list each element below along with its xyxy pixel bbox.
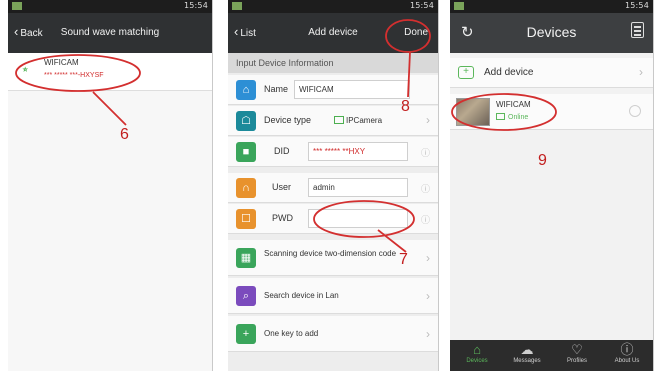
phone-screen-sound-wave: 15:54 Back Sound wave matching ⭒ WIFICAM… bbox=[8, 0, 213, 371]
title-bar: Back Sound wave matching bbox=[8, 13, 212, 53]
cloud-icon: ☁ bbox=[520, 342, 534, 357]
section-header: Input Device Information bbox=[228, 53, 438, 73]
page-title: Sound wave matching bbox=[60, 27, 160, 38]
did-input[interactable]: *** ***** **HXY bbox=[308, 142, 408, 161]
name-input[interactable]: WIFICAM bbox=[294, 80, 410, 99]
device-status-text: Online bbox=[508, 114, 529, 121]
did-label: DID bbox=[274, 146, 290, 156]
pwd-row: ☐ PWD ⓘ bbox=[228, 204, 438, 234]
page-title: Devices bbox=[526, 24, 577, 40]
info-icon: ⓘ bbox=[420, 215, 430, 225]
lock-icon: ☐ bbox=[236, 209, 256, 229]
tab-label: Devices bbox=[466, 358, 488, 364]
app-notification-icon bbox=[232, 2, 242, 10]
user-row: ∩ User admin ⓘ bbox=[228, 173, 438, 203]
scan-qr-label: Scanning device two-dimension code bbox=[264, 249, 397, 258]
device-name: WIFICAM bbox=[44, 58, 79, 67]
plus-icon: + bbox=[236, 324, 256, 344]
camera-thumbnail bbox=[456, 98, 490, 126]
tab-label: Profiles bbox=[566, 358, 587, 364]
annotation-step-9: 9 bbox=[538, 152, 547, 169]
qrcode-icon: ▦ bbox=[236, 248, 256, 268]
app-notification-icon bbox=[454, 2, 464, 10]
annotation-step-7: 7 bbox=[399, 251, 408, 268]
camera-icon bbox=[334, 116, 344, 124]
info-icon: ⓘ bbox=[420, 148, 430, 158]
device-type-label: Device type bbox=[264, 115, 312, 125]
phone-screen-devices: 15:54 ↻ Devices + Add device › WIFICAM O… bbox=[450, 0, 654, 371]
device-list-item[interactable]: ⭒ WIFICAM *** ***** ***-HXYSF bbox=[8, 53, 212, 91]
name-label: Name bbox=[264, 84, 289, 94]
title-bar: List Add device Done bbox=[228, 13, 438, 53]
chevron-right-icon: › bbox=[426, 251, 430, 265]
chevron-right-icon: › bbox=[426, 289, 430, 303]
one-key-add-label: One key to add bbox=[264, 329, 319, 338]
annotation-step-8: 8 bbox=[401, 98, 410, 115]
tab-profiles[interactable]: ♡ Profiles bbox=[552, 340, 602, 371]
chevron-right-icon: › bbox=[426, 113, 430, 127]
chevron-right-icon: › bbox=[426, 327, 430, 341]
search-lan-row[interactable]: ⌕ Search device in Lan › bbox=[228, 278, 438, 314]
user-input[interactable]: admin bbox=[308, 178, 408, 197]
done-button[interactable]: Done bbox=[404, 27, 428, 38]
user-icon: ∩ bbox=[236, 178, 256, 198]
tab-devices[interactable]: ⌂ Devices bbox=[452, 340, 502, 371]
pwd-input[interactable] bbox=[308, 209, 408, 228]
search-icon: ⌕ bbox=[236, 286, 256, 306]
tab-label: Messages bbox=[513, 358, 541, 364]
camera-icon bbox=[496, 113, 505, 120]
chevron-right-icon: › bbox=[639, 65, 643, 79]
list-icon[interactable] bbox=[631, 22, 644, 38]
phone-screen-add-device: 15:54 List Add device Done Input Device … bbox=[228, 0, 439, 371]
device-list-item[interactable]: WIFICAM Online bbox=[450, 94, 653, 130]
did-icon: ■ bbox=[236, 142, 256, 162]
status-time: 15:54 bbox=[183, 1, 208, 10]
info-icon: ⓘ bbox=[420, 184, 430, 194]
device-type-text: IPCamera bbox=[346, 116, 383, 125]
device-type-icon: ☖ bbox=[236, 111, 256, 131]
status-bar: 15:54 bbox=[450, 0, 653, 13]
tab-label: About Us bbox=[614, 358, 640, 364]
add-device-icon: + bbox=[458, 66, 474, 79]
home-icon: ⌂ bbox=[236, 80, 256, 100]
user-label: User bbox=[272, 182, 292, 192]
annotation-arrow bbox=[92, 91, 127, 126]
tab-about-us[interactable]: ⓘ About Us bbox=[602, 340, 652, 371]
status-bar: 15:54 bbox=[8, 0, 212, 13]
device-type-value: IPCamera bbox=[334, 116, 382, 125]
title-bar: ↻ Devices bbox=[450, 13, 653, 53]
power-icon[interactable] bbox=[629, 105, 641, 117]
add-device-label: Add device bbox=[484, 67, 534, 78]
heart-icon: ♡ bbox=[571, 342, 583, 357]
tab-messages[interactable]: ☁ Messages bbox=[502, 340, 552, 371]
home-icon: ⌂ bbox=[473, 342, 481, 357]
add-device-row[interactable]: + Add device › bbox=[450, 58, 653, 88]
one-key-add-row[interactable]: + One key to add › bbox=[228, 316, 438, 352]
device-status: Online bbox=[496, 113, 528, 121]
status-time: 15:54 bbox=[624, 1, 649, 10]
did-row: ■ DID *** ***** **HXY ⓘ bbox=[228, 137, 438, 167]
status-time: 15:54 bbox=[409, 1, 434, 10]
device-name: WIFICAM bbox=[496, 100, 531, 109]
device-id: *** ***** ***-HXYSF bbox=[44, 72, 104, 79]
annotation-overlay bbox=[451, 93, 557, 131]
app-notification-icon bbox=[12, 2, 22, 10]
status-bar: 15:54 bbox=[228, 0, 438, 13]
search-lan-label: Search device in Lan bbox=[264, 291, 339, 300]
bottom-tab-bar: ⌂ Devices ☁ Messages ♡ Profiles ⓘ About … bbox=[450, 340, 653, 371]
info-icon: ⓘ bbox=[620, 342, 634, 357]
pwd-label: PWD bbox=[272, 213, 293, 223]
wifi-icon: ⭒ bbox=[22, 62, 29, 76]
annotation-step-6: 6 bbox=[120, 126, 129, 143]
